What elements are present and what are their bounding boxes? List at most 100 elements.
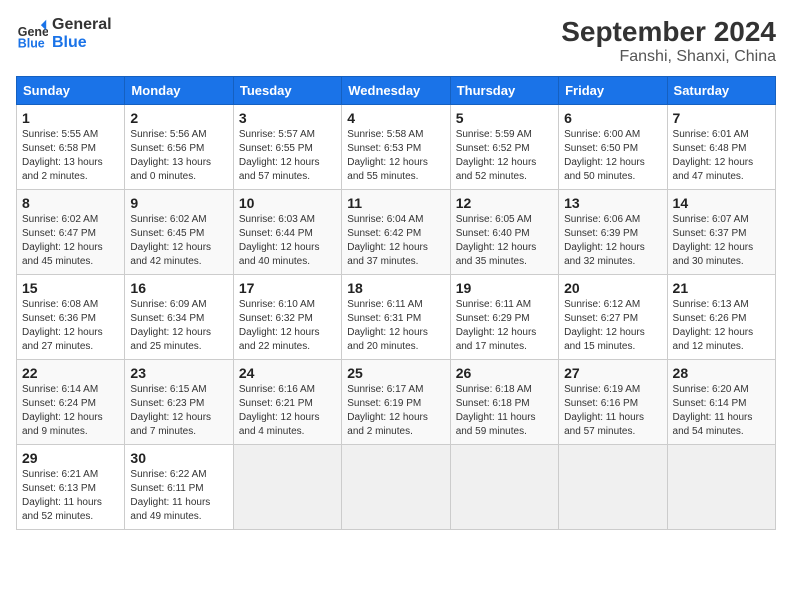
day-info: Sunrise: 6:11 AM Sunset: 6:29 PM Dayligh… [456, 299, 537, 352]
calendar-cell: 26 Sunrise: 6:18 AM Sunset: 6:18 PM Dayl… [450, 360, 558, 445]
calendar-week-2: 8 Sunrise: 6:02 AM Sunset: 6:47 PM Dayli… [17, 190, 776, 275]
day-info: Sunrise: 6:18 AM Sunset: 6:18 PM Dayligh… [456, 384, 536, 437]
day-number: 7 [673, 110, 770, 126]
day-info: Sunrise: 6:06 AM Sunset: 6:39 PM Dayligh… [564, 214, 645, 267]
day-number: 9 [130, 195, 227, 211]
logo: General Blue General Blue [16, 16, 112, 52]
day-info: Sunrise: 6:10 AM Sunset: 6:32 PM Dayligh… [239, 299, 320, 352]
day-info: Sunrise: 6:08 AM Sunset: 6:36 PM Dayligh… [22, 299, 103, 352]
day-info: Sunrise: 6:04 AM Sunset: 6:42 PM Dayligh… [347, 214, 428, 267]
calendar-week-4: 22 Sunrise: 6:14 AM Sunset: 6:24 PM Dayl… [17, 360, 776, 445]
day-number: 26 [456, 365, 553, 381]
calendar-cell: 17 Sunrise: 6:10 AM Sunset: 6:32 PM Dayl… [233, 275, 341, 360]
calendar-cell: 9 Sunrise: 6:02 AM Sunset: 6:45 PM Dayli… [125, 190, 233, 275]
day-info: Sunrise: 5:57 AM Sunset: 6:55 PM Dayligh… [239, 129, 320, 182]
day-number: 23 [130, 365, 227, 381]
calendar-cell [559, 445, 667, 530]
weekday-header-saturday: Saturday [667, 77, 775, 105]
logo-text-general: General [52, 16, 112, 34]
day-number: 22 [22, 365, 119, 381]
day-info: Sunrise: 6:15 AM Sunset: 6:23 PM Dayligh… [130, 384, 211, 437]
day-info: Sunrise: 6:20 AM Sunset: 6:14 PM Dayligh… [673, 384, 753, 437]
day-info: Sunrise: 6:07 AM Sunset: 6:37 PM Dayligh… [673, 214, 754, 267]
calendar-cell [233, 445, 341, 530]
day-number: 28 [673, 365, 770, 381]
day-number: 16 [130, 280, 227, 296]
calendar-cell [450, 445, 558, 530]
calendar-cell: 15 Sunrise: 6:08 AM Sunset: 6:36 PM Dayl… [17, 275, 125, 360]
weekday-header-sunday: Sunday [17, 77, 125, 105]
day-info: Sunrise: 5:58 AM Sunset: 6:53 PM Dayligh… [347, 129, 428, 182]
day-number: 29 [22, 450, 119, 466]
calendar-cell: 3 Sunrise: 5:57 AM Sunset: 6:55 PM Dayli… [233, 105, 341, 190]
calendar-cell: 18 Sunrise: 6:11 AM Sunset: 6:31 PM Dayl… [342, 275, 450, 360]
calendar-subtitle: Fanshi, Shanxi, China [561, 48, 776, 66]
calendar-cell: 24 Sunrise: 6:16 AM Sunset: 6:21 PM Dayl… [233, 360, 341, 445]
day-info: Sunrise: 6:11 AM Sunset: 6:31 PM Dayligh… [347, 299, 428, 352]
weekday-header-friday: Friday [559, 77, 667, 105]
day-info: Sunrise: 6:05 AM Sunset: 6:40 PM Dayligh… [456, 214, 537, 267]
day-number: 30 [130, 450, 227, 466]
calendar-table: SundayMondayTuesdayWednesdayThursdayFrid… [16, 76, 776, 530]
weekday-header-row: SundayMondayTuesdayWednesdayThursdayFrid… [17, 77, 776, 105]
calendar-cell: 19 Sunrise: 6:11 AM Sunset: 6:29 PM Dayl… [450, 275, 558, 360]
day-number: 24 [239, 365, 336, 381]
day-number: 13 [564, 195, 661, 211]
calendar-cell: 4 Sunrise: 5:58 AM Sunset: 6:53 PM Dayli… [342, 105, 450, 190]
calendar-cell: 27 Sunrise: 6:19 AM Sunset: 6:16 PM Dayl… [559, 360, 667, 445]
day-info: Sunrise: 6:02 AM Sunset: 6:47 PM Dayligh… [22, 214, 103, 267]
calendar-cell: 16 Sunrise: 6:09 AM Sunset: 6:34 PM Dayl… [125, 275, 233, 360]
day-info: Sunrise: 6:17 AM Sunset: 6:19 PM Dayligh… [347, 384, 428, 437]
day-info: Sunrise: 6:01 AM Sunset: 6:48 PM Dayligh… [673, 129, 754, 182]
day-number: 10 [239, 195, 336, 211]
day-number: 20 [564, 280, 661, 296]
day-number: 3 [239, 110, 336, 126]
calendar-cell: 22 Sunrise: 6:14 AM Sunset: 6:24 PM Dayl… [17, 360, 125, 445]
day-number: 21 [673, 280, 770, 296]
calendar-cell: 5 Sunrise: 5:59 AM Sunset: 6:52 PM Dayli… [450, 105, 558, 190]
calendar-title: September 2024 [561, 16, 776, 48]
weekday-header-thursday: Thursday [450, 77, 558, 105]
calendar-cell: 30 Sunrise: 6:22 AM Sunset: 6:11 PM Dayl… [125, 445, 233, 530]
weekday-header-tuesday: Tuesday [233, 77, 341, 105]
calendar-cell: 12 Sunrise: 6:05 AM Sunset: 6:40 PM Dayl… [450, 190, 558, 275]
calendar-cell: 6 Sunrise: 6:00 AM Sunset: 6:50 PM Dayli… [559, 105, 667, 190]
day-info: Sunrise: 5:56 AM Sunset: 6:56 PM Dayligh… [130, 129, 211, 182]
calendar-cell: 8 Sunrise: 6:02 AM Sunset: 6:47 PM Dayli… [17, 190, 125, 275]
day-info: Sunrise: 6:02 AM Sunset: 6:45 PM Dayligh… [130, 214, 211, 267]
page-header: General Blue General Blue September 2024… [16, 16, 776, 66]
calendar-cell: 25 Sunrise: 6:17 AM Sunset: 6:19 PM Dayl… [342, 360, 450, 445]
day-info: Sunrise: 6:13 AM Sunset: 6:26 PM Dayligh… [673, 299, 754, 352]
day-info: Sunrise: 6:12 AM Sunset: 6:27 PM Dayligh… [564, 299, 645, 352]
calendar-cell [342, 445, 450, 530]
day-number: 8 [22, 195, 119, 211]
day-info: Sunrise: 6:14 AM Sunset: 6:24 PM Dayligh… [22, 384, 103, 437]
weekday-header-wednesday: Wednesday [342, 77, 450, 105]
calendar-cell: 10 Sunrise: 6:03 AM Sunset: 6:44 PM Dayl… [233, 190, 341, 275]
logo-icon: General Blue [16, 18, 48, 50]
day-info: Sunrise: 6:00 AM Sunset: 6:50 PM Dayligh… [564, 129, 645, 182]
calendar-cell: 2 Sunrise: 5:56 AM Sunset: 6:56 PM Dayli… [125, 105, 233, 190]
day-number: 19 [456, 280, 553, 296]
day-number: 1 [22, 110, 119, 126]
calendar-cell: 7 Sunrise: 6:01 AM Sunset: 6:48 PM Dayli… [667, 105, 775, 190]
day-number: 27 [564, 365, 661, 381]
day-number: 17 [239, 280, 336, 296]
calendar-week-3: 15 Sunrise: 6:08 AM Sunset: 6:36 PM Dayl… [17, 275, 776, 360]
calendar-cell: 13 Sunrise: 6:06 AM Sunset: 6:39 PM Dayl… [559, 190, 667, 275]
calendar-week-1: 1 Sunrise: 5:55 AM Sunset: 6:58 PM Dayli… [17, 105, 776, 190]
calendar-cell: 28 Sunrise: 6:20 AM Sunset: 6:14 PM Dayl… [667, 360, 775, 445]
day-number: 25 [347, 365, 444, 381]
svg-text:Blue: Blue [18, 36, 45, 50]
day-info: Sunrise: 6:19 AM Sunset: 6:16 PM Dayligh… [564, 384, 644, 437]
calendar-body: 1 Sunrise: 5:55 AM Sunset: 6:58 PM Dayli… [17, 105, 776, 530]
weekday-header-monday: Monday [125, 77, 233, 105]
logo-text-blue: Blue [52, 34, 112, 52]
calendar-cell: 23 Sunrise: 6:15 AM Sunset: 6:23 PM Dayl… [125, 360, 233, 445]
day-number: 11 [347, 195, 444, 211]
day-number: 14 [673, 195, 770, 211]
day-number: 4 [347, 110, 444, 126]
day-info: Sunrise: 6:09 AM Sunset: 6:34 PM Dayligh… [130, 299, 211, 352]
day-info: Sunrise: 5:59 AM Sunset: 6:52 PM Dayligh… [456, 129, 537, 182]
day-info: Sunrise: 6:16 AM Sunset: 6:21 PM Dayligh… [239, 384, 320, 437]
